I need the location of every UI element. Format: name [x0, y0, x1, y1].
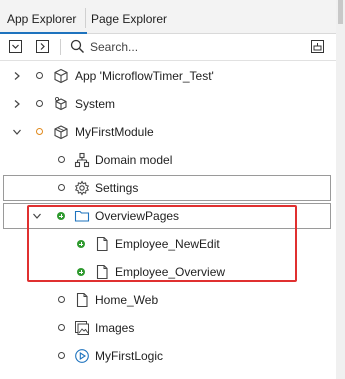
vertical-scrollbar[interactable] [336, 0, 345, 379]
tree-item-label: System [75, 97, 116, 111]
tree-item-label: Home_Web [95, 293, 159, 307]
collapse-all-icon[interactable] [9, 40, 22, 53]
link-with-editor-icon[interactable] [311, 40, 324, 53]
tree-item-label: MyFirstLogic [95, 349, 164, 363]
tree-item-images[interactable]: Images [0, 314, 336, 342]
highlight-annotation-box [27, 205, 297, 282]
tab-divider [85, 8, 86, 28]
settings-focus-outline [3, 175, 331, 201]
search-input[interactable] [90, 38, 290, 56]
chevron-right-icon[interactable] [12, 71, 22, 81]
search-icon [70, 39, 84, 53]
page-icon [76, 292, 88, 308]
status-dot [58, 352, 65, 359]
status-dot [58, 156, 65, 163]
tree-item-system[interactable]: System [0, 90, 336, 118]
domain-model-icon [74, 152, 90, 168]
explorer-toolbar [0, 34, 336, 61]
image-collection-icon [75, 321, 89, 335]
status-dot [36, 72, 43, 79]
system-module-icon [54, 96, 67, 111]
tree-item-app[interactable]: App 'MicroflowTimer_Test' [0, 62, 336, 90]
tab-page-explorer[interactable]: Page Explorer [91, 0, 167, 33]
chevron-right-icon[interactable] [12, 99, 22, 109]
tree-item-label: Domain model [95, 153, 173, 167]
tab-app-explorer[interactable]: App Explorer [0, 0, 87, 34]
modified-status-dot [36, 128, 43, 135]
tree-item-module[interactable]: MyFirstModule [0, 118, 336, 146]
microflow-play-icon [75, 349, 89, 363]
status-dot [36, 100, 43, 107]
app-cube-icon [54, 68, 68, 84]
status-dot [58, 324, 65, 331]
tree-item-label: Images [95, 321, 135, 335]
tree-item-my-first-logic[interactable]: MyFirstLogic [0, 342, 336, 370]
scrollbar-thumb[interactable] [338, 0, 343, 24]
tree-item-domain-model[interactable]: Domain model [0, 146, 336, 174]
expand-all-icon[interactable] [36, 40, 49, 53]
module-icon [54, 125, 68, 140]
chevron-down-icon[interactable] [12, 127, 22, 137]
tree-item-label: MyFirstModule [75, 125, 154, 139]
tree-item-label: App 'MicroflowTimer_Test' [75, 69, 214, 83]
tree-item-home-web[interactable]: Home_Web [0, 286, 336, 314]
toolbar-divider [60, 39, 61, 55]
status-dot [58, 296, 65, 303]
explorer-tab-bar: App Explorer Page Explorer [0, 0, 336, 34]
